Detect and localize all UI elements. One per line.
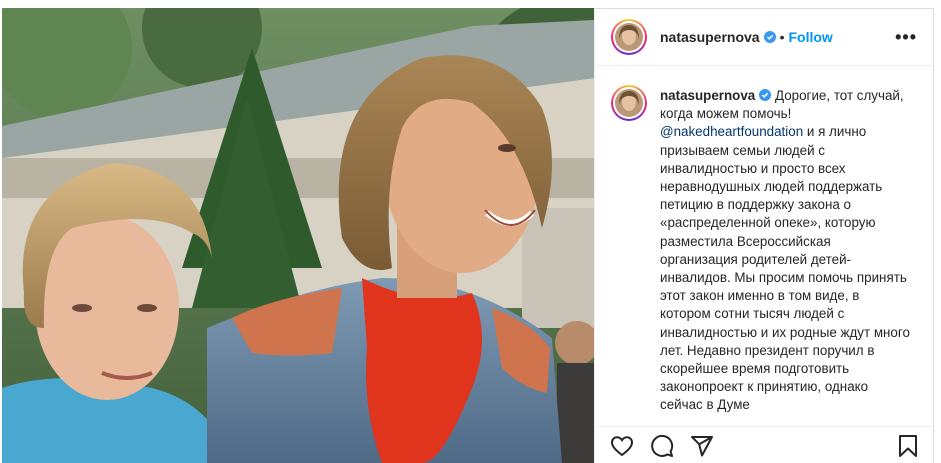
separator-dot: •: [779, 29, 785, 45]
caption-author-username[interactable]: natasupernova: [660, 88, 755, 103]
comment-icon: [651, 434, 674, 457]
more-options-icon[interactable]: •••: [895, 27, 917, 48]
verified-badge-icon: [763, 31, 776, 43]
caption: natasupernova Дорогие, тот случай, когда…: [611, 75, 921, 415]
bookmark-icon: [899, 434, 917, 457]
share-button[interactable]: [689, 433, 715, 459]
mention-link[interactable]: @nakedheartfoundation: [660, 124, 803, 139]
author-avatar[interactable]: [611, 19, 647, 55]
action-bar: [595, 426, 933, 463]
caption-text: natasupernova Дорогие, тот случай, когда…: [660, 75, 912, 415]
author-username[interactable]: natasupernova: [660, 29, 760, 45]
post-photo[interactable]: [2, 8, 594, 463]
comment-button[interactable]: [649, 433, 675, 459]
comments-area[interactable]: natasupernova Дорогие, тот случай, когда…: [611, 75, 921, 423]
caption-body-rest: и я лично призываем семьи людей с инвали…: [660, 124, 910, 413]
instagram-post-window: natasupernova • Follow ••• natasupernova…: [0, 0, 941, 463]
share-icon: [691, 435, 713, 456]
post-photo-image: [2, 8, 594, 463]
save-button[interactable]: [895, 433, 921, 459]
post-side-panel: natasupernova • Follow ••• natasupernova…: [594, 8, 934, 463]
post-header: natasupernova • Follow •••: [595, 9, 933, 66]
heart-icon: [610, 435, 634, 456]
like-button[interactable]: [609, 433, 635, 459]
follow-button[interactable]: Follow: [789, 29, 833, 45]
caption-author-avatar[interactable]: [611, 85, 647, 121]
verified-badge-icon: [759, 89, 772, 101]
